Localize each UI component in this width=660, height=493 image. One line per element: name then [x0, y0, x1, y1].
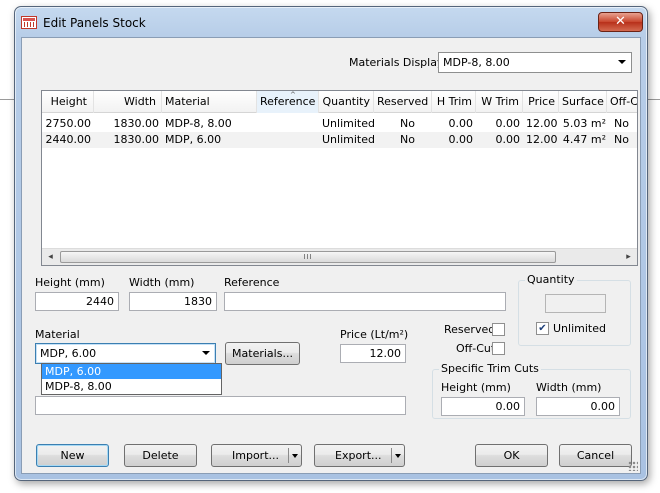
- cell-quantity: Unlimited: [322, 117, 374, 130]
- offcut-label: Off-Cut: [456, 342, 496, 355]
- trim-height-label: Height (mm): [441, 381, 511, 394]
- width-input[interactable]: 1830: [129, 292, 217, 311]
- grid-header: Height Width Material Reference Quantity…: [42, 91, 637, 113]
- split-divider: [391, 448, 392, 463]
- trim-height-input[interactable]: 0.00: [441, 397, 525, 416]
- materials-display-label: Materials Display: [349, 56, 444, 69]
- delete-button[interactable]: Delete: [124, 444, 197, 467]
- height-input[interactable]: 2440: [35, 292, 119, 311]
- new-button[interactable]: New: [36, 444, 109, 467]
- col-price[interactable]: Price: [523, 91, 559, 113]
- cell-reserved: No: [400, 117, 415, 130]
- col-reserved[interactable]: Reserved: [374, 91, 432, 113]
- cell-h-trim: 0.00: [448, 117, 474, 130]
- resize-grip-icon[interactable]: [628, 461, 638, 471]
- description-input[interactable]: [35, 396, 406, 415]
- scroll-right-icon[interactable]: ▸: [620, 249, 637, 265]
- materials-button[interactable]: Materials...: [225, 342, 300, 365]
- ok-button[interactable]: OK: [475, 444, 548, 467]
- dialog-client-area: Materials Display MDP-8, 8.00 Height Wid…: [21, 37, 641, 474]
- quantity-label: Quantity: [525, 273, 577, 286]
- cell-w-trim: 0.00: [495, 117, 521, 130]
- reserved-checkbox[interactable]: [492, 323, 505, 336]
- cell-reserved: No: [400, 133, 415, 146]
- col-quantity[interactable]: Quantity: [319, 91, 374, 113]
- unlimited-checkbox[interactable]: ✔: [536, 322, 549, 335]
- quantity-input[interactable]: [545, 294, 606, 313]
- price-input[interactable]: 12.00: [340, 344, 406, 363]
- sort-ascending-icon: ^: [290, 91, 296, 99]
- quantity-group: Quantity ✔ Unlimited: [518, 273, 631, 346]
- col-off-cut[interactable]: Off-C: [607, 91, 637, 113]
- edit-panels-stock-dialog: Edit Panels Stock ✕ Materials Display MD…: [14, 6, 648, 481]
- cell-material: MDP-8, 8.00: [165, 117, 232, 130]
- material-select[interactable]: MDP, 6.00: [35, 343, 216, 364]
- trim-width-label: Width (mm): [536, 381, 602, 394]
- materials-display-value: MDP-8, 8.00: [443, 56, 510, 69]
- cell-off-cut: No: [614, 133, 629, 146]
- table-row[interactable]: 2750.00 1830.00 MDP-8, 8.00 Unlimited No…: [42, 116, 637, 132]
- cell-price: 12.00: [526, 133, 558, 146]
- trim-width-input[interactable]: 0.00: [536, 397, 620, 416]
- chevron-down-icon: [618, 60, 626, 64]
- reference-input[interactable]: [224, 292, 506, 311]
- chevron-down-icon: [202, 351, 210, 355]
- import-label: Import...: [232, 449, 279, 462]
- col-w-trim[interactable]: W Trim: [476, 91, 523, 113]
- material-dropdown-list: MDP, 6.00 MDP-8, 8.00: [41, 363, 222, 395]
- close-button[interactable]: ✕: [598, 12, 643, 32]
- cell-surface: 5.03 m²: [562, 117, 606, 130]
- import-button[interactable]: Import...: [211, 444, 302, 467]
- dropdown-arrow-icon[interactable]: [292, 454, 298, 458]
- price-label: Price (Lt/m²): [340, 328, 409, 341]
- offcut-checkbox[interactable]: [492, 342, 505, 355]
- height-label: Height (mm): [35, 276, 105, 289]
- panels-grid[interactable]: Height Width Material Reference Quantity…: [41, 90, 638, 266]
- dropdown-option[interactable]: MDP-8, 8.00: [42, 379, 221, 394]
- horizontal-scrollbar[interactable]: ◂ III ▸: [42, 248, 637, 265]
- app-icon: [21, 16, 37, 29]
- split-divider: [288, 448, 289, 463]
- cell-height: 2440.00: [45, 133, 92, 146]
- reserved-label: Reserved: [444, 323, 496, 336]
- material-select-value: MDP, 6.00: [40, 347, 97, 360]
- cell-width: 1830.00: [113, 133, 160, 146]
- cell-reference: [257, 116, 319, 132]
- col-material[interactable]: Material: [162, 91, 257, 113]
- width-label: Width (mm): [129, 276, 195, 289]
- cell-h-trim: 0.00: [448, 133, 474, 146]
- col-reference[interactable]: Reference: [257, 91, 319, 113]
- col-width[interactable]: Width: [94, 91, 162, 113]
- cancel-button[interactable]: Cancel: [559, 444, 632, 467]
- scroll-thumb[interactable]: III: [60, 251, 556, 263]
- unlimited-label: Unlimited: [553, 322, 606, 335]
- cell-off-cut: No: [614, 117, 629, 130]
- col-h-trim[interactable]: H Trim: [432, 91, 476, 113]
- material-label: Material: [35, 328, 80, 341]
- cell-reference: [257, 132, 319, 148]
- dropdown-arrow-icon[interactable]: [395, 454, 401, 458]
- export-label: Export...: [335, 449, 382, 462]
- cell-quantity: Unlimited: [322, 133, 374, 146]
- cell-surface: 4.47 m²: [562, 133, 606, 146]
- materials-display-select[interactable]: MDP-8, 8.00: [438, 52, 632, 73]
- cell-w-trim: 0.00: [495, 133, 521, 146]
- scroll-left-icon[interactable]: ◂: [42, 249, 59, 265]
- cell-price: 12.00: [526, 117, 558, 130]
- cell-height: 2750.00: [45, 117, 92, 130]
- col-surface[interactable]: Surface: [559, 91, 607, 113]
- table-row[interactable]: 2440.00 1830.00 MDP, 6.00 Unlimited No 0…: [42, 132, 637, 148]
- col-height[interactable]: Height: [42, 91, 94, 113]
- cell-material: MDP, 6.00: [165, 133, 222, 146]
- cell-width: 1830.00: [113, 117, 160, 130]
- specific-trim-cuts-label: Specific Trim Cuts: [439, 362, 541, 375]
- window-title: Edit Panels Stock: [43, 16, 146, 30]
- dropdown-option-selected[interactable]: MDP, 6.00: [42, 364, 221, 379]
- reference-label: Reference: [224, 276, 280, 289]
- export-button[interactable]: Export...: [314, 444, 405, 467]
- specific-trim-cuts-group: Specific Trim Cuts Height (mm) 0.00 Widt…: [432, 362, 631, 419]
